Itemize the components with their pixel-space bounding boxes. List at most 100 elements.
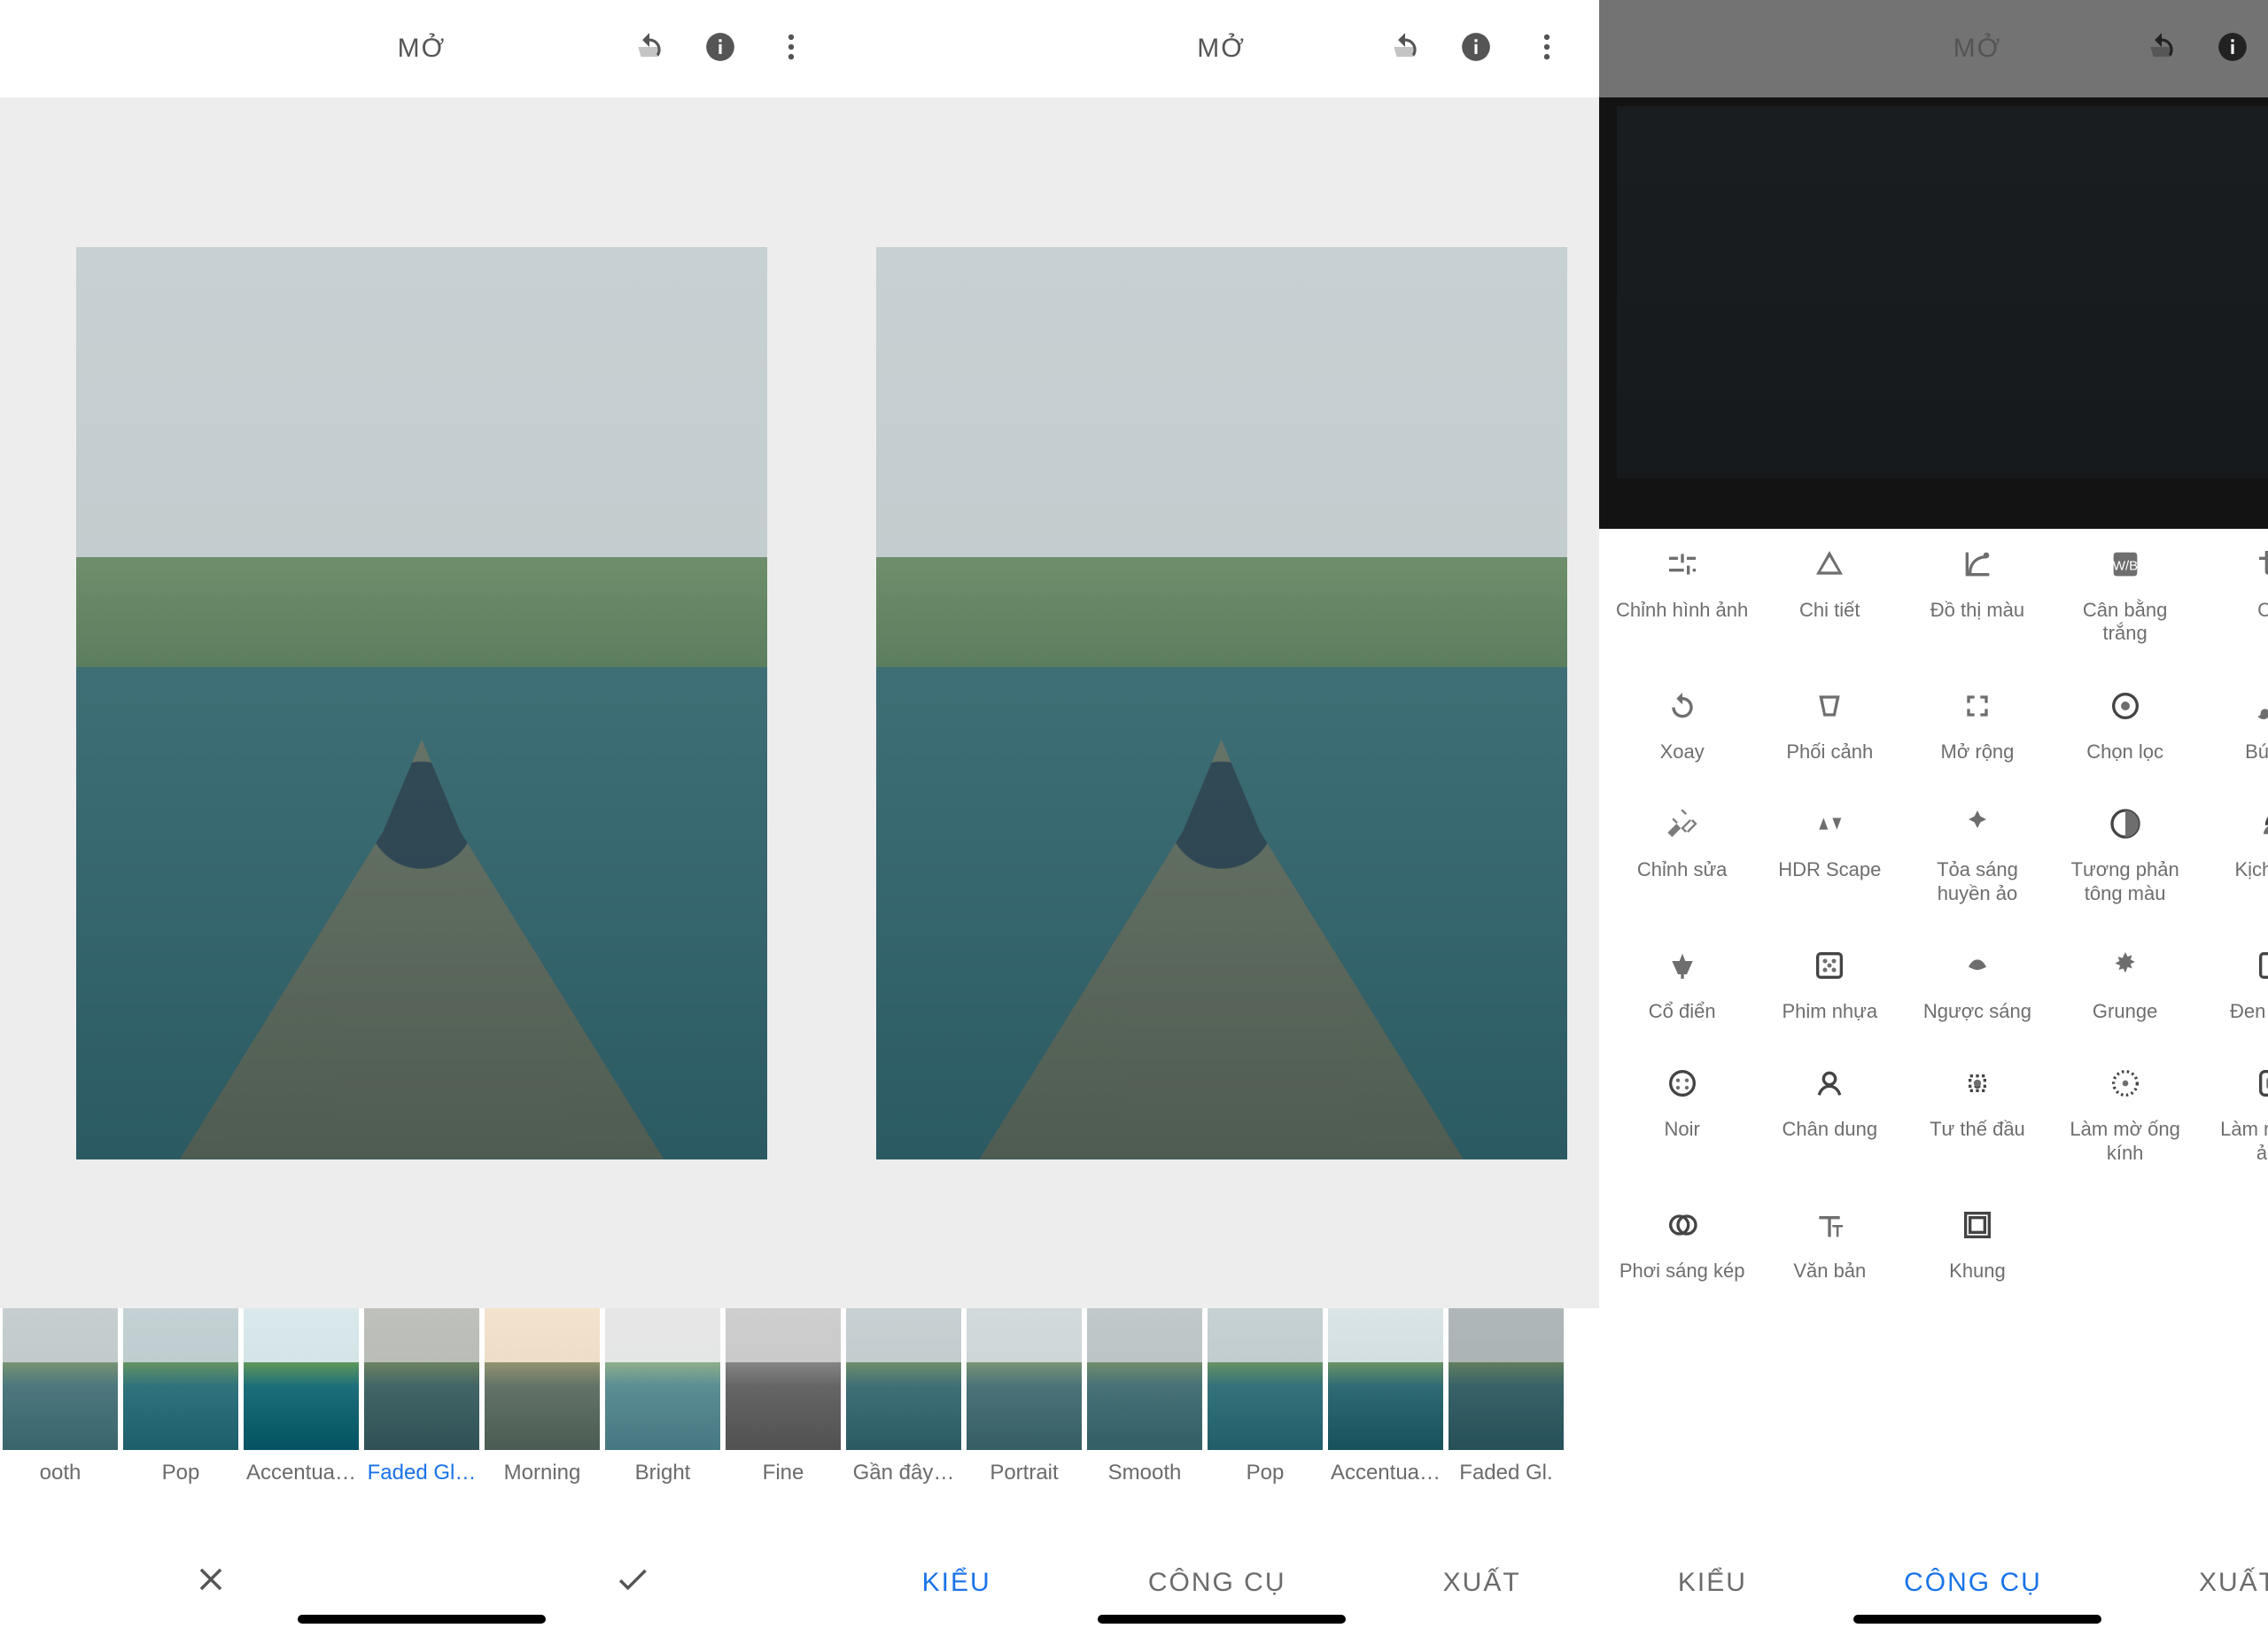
filter-label: Accentua… (1331, 1461, 1441, 1485)
filter-label: Pop (1247, 1461, 1285, 1485)
undo-stack-icon[interactable] (633, 30, 666, 68)
perspective-icon (1812, 688, 1847, 728)
healing-icon (1665, 806, 1700, 846)
info-icon[interactable] (703, 30, 737, 68)
filter-item[interactable]: Smooth (1084, 1308, 1205, 1530)
grunge-icon (2108, 948, 2143, 988)
tool-retrolux[interactable]: Ngược sáng (1904, 948, 2052, 1023)
photo-canvas[interactable] (0, 97, 843, 1308)
retrolux-icon (1960, 948, 1995, 988)
tab-styles[interactable]: KIỂU (1678, 1568, 1747, 1598)
filter-item[interactable]: Pop (1205, 1308, 1325, 1530)
filter-thumbnail (846, 1308, 961, 1450)
vignette-icon (2255, 1066, 2268, 1105)
filter-item[interactable]: ooth (0, 1308, 120, 1530)
top-bar: MỞ (0, 0, 843, 97)
portrait-icon (1812, 1066, 1847, 1105)
panel-styles: MỞ Gần đây…PortraitSmoothPopAccentua…Fad… (843, 0, 1599, 1636)
tab-export[interactable]: XUẤT (2199, 1568, 2268, 1598)
tool-portrait[interactable]: Chân dung (1756, 1066, 1904, 1165)
tool-perspective[interactable]: Phối cảnh (1756, 688, 1904, 764)
tool-healing[interactable]: Chỉnh sửa (1608, 806, 1756, 905)
frames-icon (1960, 1207, 1995, 1247)
tool-label: Đen trắng (2230, 1000, 2268, 1023)
home-indicator[interactable] (1098, 1615, 1346, 1624)
tool-tune[interactable]: Chỉnh hình ảnh (1608, 547, 1756, 646)
tool-frames[interactable]: Khung (1904, 1207, 2052, 1283)
filter-item[interactable]: Pop (120, 1308, 241, 1530)
apply-button[interactable] (614, 1561, 651, 1605)
tool-selective[interactable]: Chọn lọc (2051, 688, 2199, 764)
more-icon[interactable] (1530, 30, 1564, 68)
tab-export[interactable]: XUẤT (1443, 1568, 1521, 1598)
filter-label: Morning (504, 1461, 581, 1485)
tool-label: Phơi sáng kép (1619, 1260, 1745, 1283)
tool-label: Cân bằng trắng (2059, 599, 2192, 646)
tool-bw[interactable]: Đen trắng (2199, 948, 2268, 1023)
filter-item[interactable]: Faded Gl… (361, 1308, 482, 1530)
tools-sheet: Chỉnh hình ảnhChi tiếtĐồ thị màuCân bằng… (1599, 529, 2268, 1636)
filter-item[interactable]: Morning (482, 1308, 602, 1530)
vintage-icon (1665, 948, 1700, 988)
tool-text[interactable]: Văn bản (1756, 1207, 1904, 1283)
cancel-button[interactable] (192, 1561, 229, 1605)
filter-strip[interactable]: Gần đây… PortraitSmooth Pop Accentua… Faded … (843, 1308, 1599, 1530)
tool-brush[interactable]: Bút vẽ (2199, 688, 2268, 764)
filter-strip[interactable]: ooth PopAccentua…Faded Gl… Morning Bright Fi… (0, 1308, 843, 1530)
tool-rotate[interactable]: Xoay (1608, 688, 1756, 764)
tool-drama[interactable]: Kịch tính (2199, 806, 2268, 905)
tool-vintage[interactable]: Cổ điển (1608, 948, 1756, 1023)
photo-canvas[interactable] (843, 97, 1599, 1308)
tool-noir[interactable]: Noir (1608, 1066, 1756, 1165)
home-indicator[interactable] (298, 1615, 546, 1624)
tool-label: HDR Scape (1778, 858, 1881, 881)
info-icon[interactable] (2216, 30, 2249, 68)
undo-stack-icon[interactable] (1388, 30, 1422, 68)
filter-label: Gần đây… (853, 1461, 955, 1485)
tool-lensblur[interactable]: Làm mờ ống kính (2051, 1066, 2199, 1165)
tab-tools[interactable]: CÔNG CỤ (1148, 1568, 1286, 1598)
tool-glamour[interactable]: Tỏa sáng huyền ảo (1904, 806, 2052, 905)
tool-grainy[interactable]: Phim nhựa (1756, 948, 1904, 1023)
tool-double[interactable]: Phơi sáng kép (1608, 1207, 1756, 1283)
filter-label: Faded Gl. (1459, 1461, 1552, 1485)
tool-label: Làm mờ nét ảnh (2206, 1118, 2268, 1165)
tool-label: Kịch tính (2234, 858, 2268, 881)
filter-item[interactable]: Faded Gl. (1446, 1308, 1566, 1530)
tab-tools[interactable]: CÔNG CỤ (1904, 1568, 2042, 1598)
tool-label: Chân dung (1782, 1118, 1877, 1141)
filter-label: ooth (40, 1461, 82, 1485)
filter-item[interactable]: Fine (723, 1308, 843, 1530)
filter-item[interactable]: Bright (602, 1308, 723, 1530)
tool-crop[interactable]: Cắt (2199, 547, 2268, 646)
tool-headpose[interactable]: Tư thế đầu (1904, 1066, 2052, 1165)
tool-expand[interactable]: Mở rộng (1904, 688, 2052, 764)
tool-label: Chọn lọc (2086, 740, 2163, 764)
info-icon[interactable] (1459, 30, 1493, 68)
filter-item[interactable]: Accentua… (1325, 1308, 1446, 1530)
filter-thumbnail (123, 1308, 238, 1450)
more-icon[interactable] (774, 30, 808, 68)
filter-item[interactable]: Gần đây… (843, 1308, 964, 1530)
tool-grunge[interactable]: Grunge (2051, 948, 2199, 1023)
tool-details[interactable]: Chi tiết (1756, 547, 1904, 646)
tool-label: Tư thế đầu (1930, 1118, 2025, 1141)
tool-curves[interactable]: Đồ thị màu (1904, 547, 2052, 646)
filter-item[interactable]: Portrait (964, 1308, 1084, 1530)
undo-stack-icon[interactable] (2145, 30, 2179, 68)
tool-tonal[interactable]: Tương phản tông màu (2051, 806, 2199, 905)
filter-label: Bright (635, 1461, 691, 1485)
home-indicator[interactable] (1853, 1615, 2101, 1624)
tool-wb[interactable]: Cân bằng trắng (2051, 547, 2199, 646)
filter-item[interactable]: Accentua… (241, 1308, 361, 1530)
filter-label: Fine (763, 1461, 804, 1485)
tool-hdr[interactable]: HDR Scape (1756, 806, 1904, 905)
details-icon (1812, 547, 1847, 586)
tool-label: Grunge (2093, 1000, 2157, 1023)
tool-vignette[interactable]: Làm mờ nét ảnh (2199, 1066, 2268, 1165)
tab-styles[interactable]: KIỂU (922, 1568, 991, 1598)
filter-thumbnail (244, 1308, 359, 1450)
lensblur-icon (2108, 1066, 2143, 1105)
tool-label: Ngược sáng (1923, 1000, 2031, 1023)
filter-thumbnail (364, 1308, 479, 1450)
